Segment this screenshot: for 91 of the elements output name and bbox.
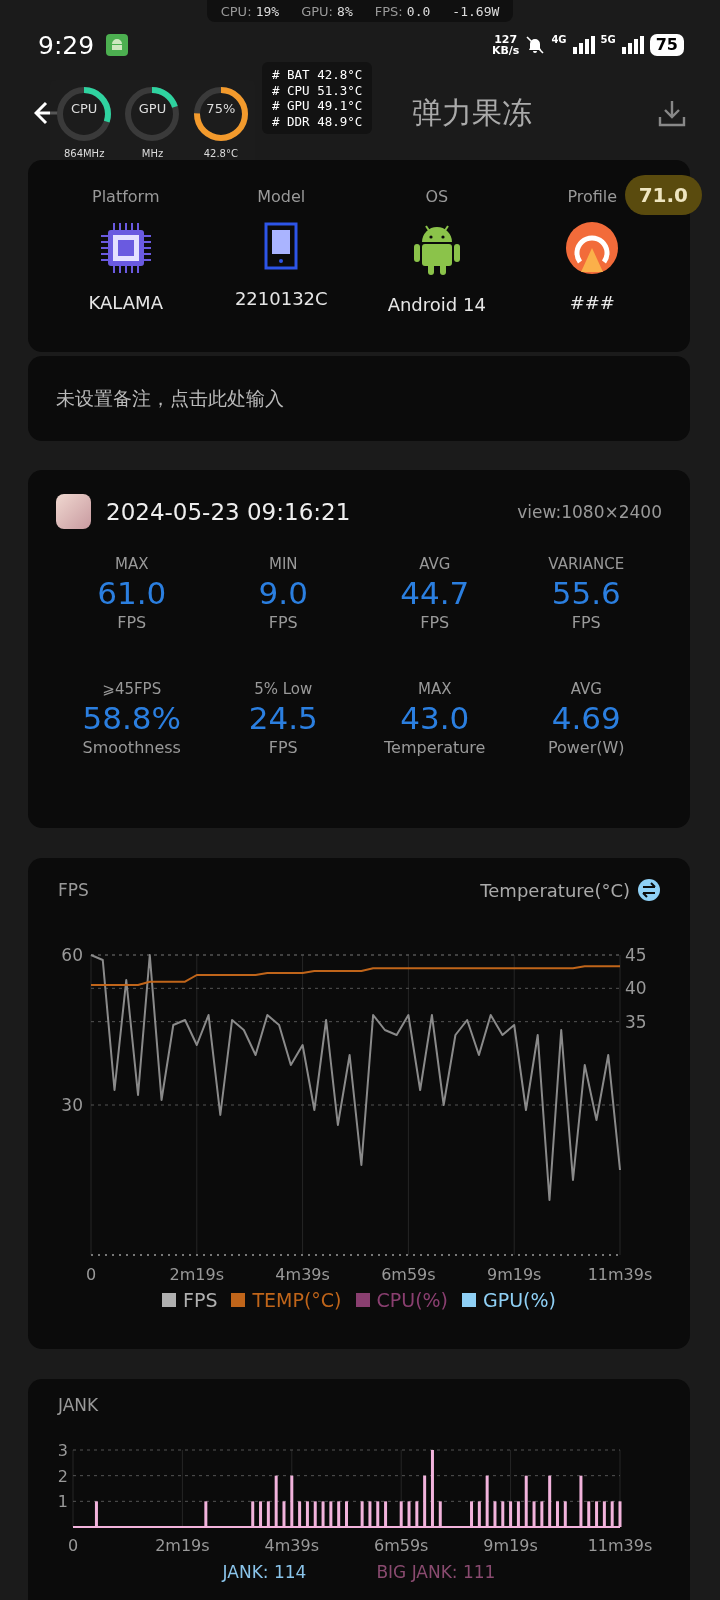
x-tick-label: 11m39s bbox=[587, 1536, 653, 1555]
signal-icon bbox=[572, 36, 595, 54]
stat-label: MIN bbox=[268, 555, 298, 573]
network-type: 4G bbox=[551, 34, 567, 45]
stat-label: MAX bbox=[115, 555, 149, 573]
stat-unit: FPS bbox=[420, 613, 450, 632]
chart-title: JANK bbox=[58, 1395, 99, 1415]
overlay-stat: GPU: 8% bbox=[301, 3, 353, 19]
clock: 9:29 bbox=[38, 30, 95, 60]
score-badge: 71.0 bbox=[624, 175, 702, 215]
x-tick-label: 2m19s bbox=[155, 1536, 210, 1555]
y-tick-label: 40 bbox=[625, 978, 647, 999]
y-tick-label: 1 bbox=[57, 1492, 68, 1512]
stat-unit: FPS bbox=[268, 738, 298, 757]
phone-icon bbox=[264, 222, 299, 270]
y-tick-label: 45 bbox=[625, 945, 647, 965]
view-resolution: view:1080×2400 bbox=[517, 501, 662, 522]
stat-unit: FPS bbox=[571, 613, 601, 632]
ring-label: CPU bbox=[69, 101, 99, 116]
download-icon[interactable] bbox=[658, 99, 686, 127]
jank-count: JANK: 114 bbox=[222, 1562, 307, 1582]
network-speed: 127 KB/s bbox=[491, 34, 520, 56]
bell-off-icon bbox=[525, 35, 546, 55]
y-tick-label: 35 bbox=[625, 1011, 647, 1032]
network-type: 5G bbox=[600, 34, 616, 45]
swap-icon[interactable] bbox=[638, 879, 660, 901]
signal-icon bbox=[621, 36, 644, 54]
stat-label: AVG bbox=[570, 680, 602, 698]
jank-count: BIG JANK: 111 bbox=[376, 1562, 496, 1582]
y-tick-label: 3 bbox=[57, 1441, 68, 1460]
x-tick-label: 4m39s bbox=[275, 1265, 330, 1284]
stat-label: VARIANCE bbox=[548, 555, 625, 573]
x-tick-label: 6m59s bbox=[381, 1265, 436, 1284]
stat-value: 43.0 bbox=[400, 699, 470, 738]
ring-caption: MHz bbox=[141, 148, 164, 159]
device-label: OS bbox=[425, 187, 449, 206]
power-reading: -1.69W bbox=[452, 3, 500, 19]
legend-item[interactable]: GPU(%) bbox=[462, 1289, 556, 1311]
axis-title: Temperature(°C) bbox=[480, 879, 630, 901]
stat-label: 5% Low bbox=[254, 680, 313, 698]
stat-value: 61.0 bbox=[97, 574, 167, 613]
legend-item[interactable]: FPS bbox=[162, 1289, 218, 1311]
x-tick-label: 4m39s bbox=[264, 1536, 320, 1555]
x-tick-label: 6m59s bbox=[373, 1536, 429, 1555]
stat-unit: FPS bbox=[268, 613, 298, 632]
app-icon bbox=[56, 494, 91, 529]
x-tick-label: 0 bbox=[67, 1536, 79, 1555]
stat-unit: Power(W) bbox=[547, 738, 625, 757]
y-tick-label: 30 bbox=[61, 1095, 83, 1115]
session-date: 2024-05-23 09:16:21 bbox=[106, 498, 351, 525]
chart-title: FPS bbox=[58, 880, 89, 900]
x-tick-label: 11m39s bbox=[587, 1265, 653, 1284]
gauge-icon bbox=[566, 222, 619, 274]
ring-caption: 864MHz bbox=[63, 148, 105, 159]
overlay-stat: FPS: 0.0 bbox=[374, 3, 431, 19]
device-label: Platform bbox=[92, 187, 160, 206]
x-tick-label: 9m19s bbox=[483, 1536, 538, 1555]
ring-label: 75% bbox=[205, 101, 237, 116]
stat-unit: Smoothness bbox=[82, 738, 181, 757]
battery-indicator: 75 bbox=[649, 34, 684, 56]
stat-value: 55.6 bbox=[551, 574, 621, 613]
stat-label: ⩾45FPS bbox=[102, 680, 162, 698]
temperature-readout: # BAT 42.8°C # CPU 51.3°C # GPU 49.1°C # DDR 48.9°C bbox=[262, 62, 373, 134]
page-title: 弹力果冻 bbox=[412, 93, 532, 132]
device-label: Model bbox=[257, 187, 306, 206]
device-value: Android 14 bbox=[387, 294, 486, 315]
stat-unit: FPS bbox=[117, 613, 147, 632]
stat-value: 58.8% bbox=[82, 699, 181, 738]
stat-value: 24.5 bbox=[248, 699, 318, 738]
stat-label: AVG bbox=[419, 555, 451, 573]
device-value: 2210132C bbox=[234, 288, 328, 309]
legend-item[interactable]: TEMP(°C) bbox=[231, 1289, 342, 1311]
stat-value: 9.0 bbox=[258, 574, 308, 613]
stat-value: 44.7 bbox=[400, 574, 470, 613]
x-tick-label: 0 bbox=[85, 1265, 97, 1284]
note-field[interactable]: 未设置备注，点击此处输入 bbox=[28, 356, 690, 441]
device-label: Profile bbox=[567, 187, 618, 206]
ring-label: GPU bbox=[137, 101, 168, 116]
ring-caption: 42.8°C bbox=[203, 148, 238, 159]
x-tick-label: 2m19s bbox=[169, 1265, 225, 1284]
y-tick-label: 2 bbox=[57, 1466, 68, 1486]
y-tick-label: 60 bbox=[61, 945, 83, 965]
stat-label: MAX bbox=[418, 680, 452, 698]
device-value: KALAMA bbox=[88, 292, 163, 313]
stat-unit: Temperature bbox=[384, 738, 486, 757]
stat-value: 4.69 bbox=[551, 699, 621, 738]
device-value: ### bbox=[569, 292, 615, 313]
overlay-stat: CPU: 19% bbox=[220, 3, 280, 19]
android-notification-icon bbox=[106, 34, 129, 56]
chip-icon bbox=[99, 222, 152, 274]
x-tick-label: 9m19s bbox=[486, 1265, 542, 1284]
